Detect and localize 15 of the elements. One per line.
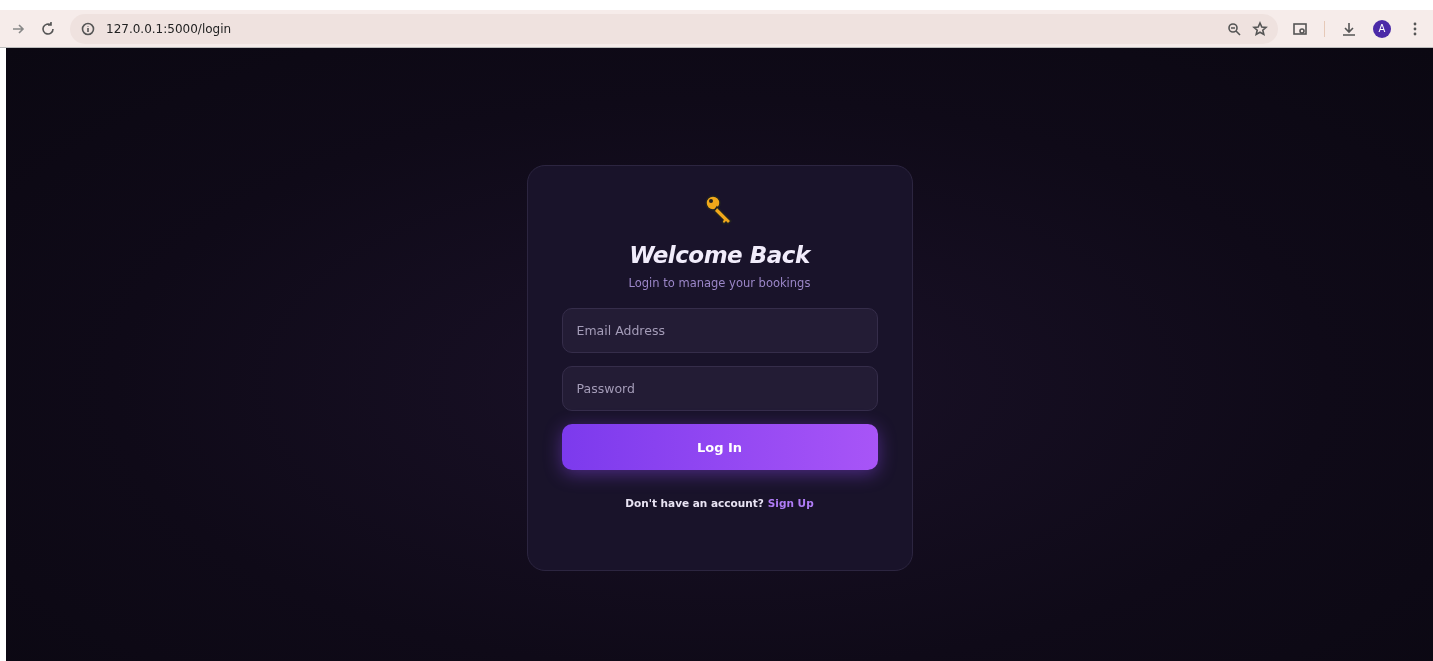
url-text[interactable]: 127.0.0.1:5000/login [106,21,232,36]
reload-icon[interactable] [40,20,56,37]
title: Welcome Back [629,242,810,268]
download-icon[interactable] [1341,20,1357,37]
zoom-out-icon[interactable] [1226,20,1242,37]
login-button[interactable]: Log In [561,424,878,470]
email-field[interactable]: Email Address [561,308,878,353]
signup-prompt: Don't have an account? [625,497,764,509]
password-field[interactable]: Password [561,366,878,411]
star-icon[interactable] [1252,20,1268,37]
signup-link[interactable]: Sign Up [767,497,814,509]
subtitle: Login to manage your bookings [628,276,811,290]
profile-avatar[interactable]: A [1373,19,1391,38]
info-icon[interactable] [80,20,96,37]
reader-icon[interactable] [1292,20,1308,37]
